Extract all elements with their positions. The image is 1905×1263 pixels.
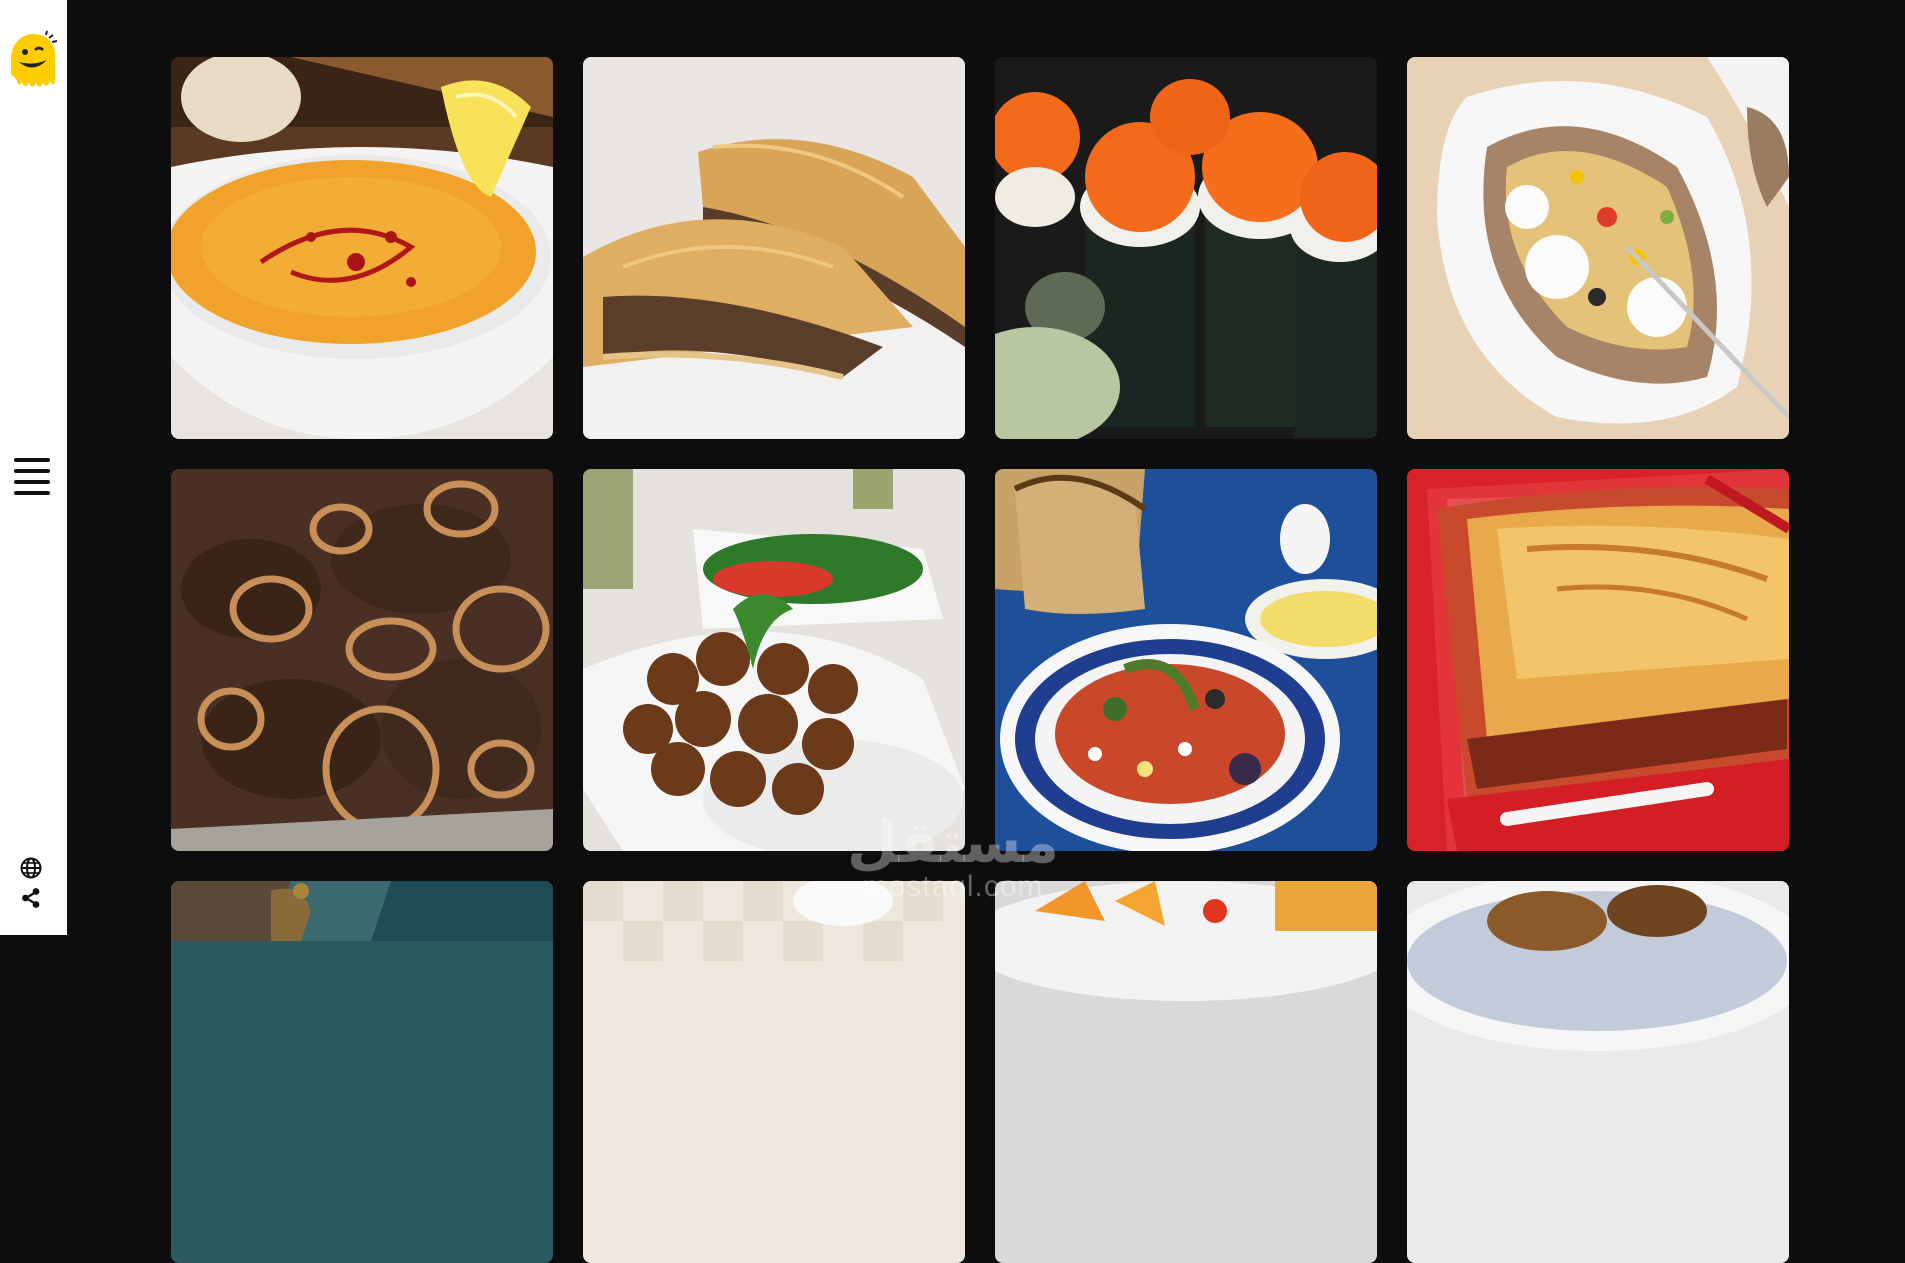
- teapot-dish-image[interactable]: [171, 881, 553, 1263]
- food-gallery: [171, 57, 1789, 1263]
- lasagna-image[interactable]: [1407, 469, 1789, 851]
- tunisian-salad-image[interactable]: [995, 469, 1377, 851]
- roast-dish-image[interactable]: [1407, 881, 1789, 1263]
- meat-pie-image[interactable]: [583, 57, 965, 439]
- lentil-soup-image[interactable]: [171, 57, 553, 439]
- smiley-logo-icon[interactable]: [5, 30, 61, 92]
- hamburger-menu-icon[interactable]: [14, 458, 50, 496]
- white-dish-image[interactable]: [583, 881, 965, 1263]
- fried-dish-image[interactable]: [995, 881, 1377, 1263]
- sidebar: [0, 0, 67, 935]
- sushi-roll-image[interactable]: [995, 57, 1377, 439]
- falafel-image[interactable]: [583, 469, 965, 851]
- liver-onion-image[interactable]: [171, 469, 553, 851]
- share-icon[interactable]: [19, 886, 43, 910]
- stuffed-potato-image[interactable]: [1407, 57, 1789, 439]
- globe-icon[interactable]: [19, 856, 43, 880]
